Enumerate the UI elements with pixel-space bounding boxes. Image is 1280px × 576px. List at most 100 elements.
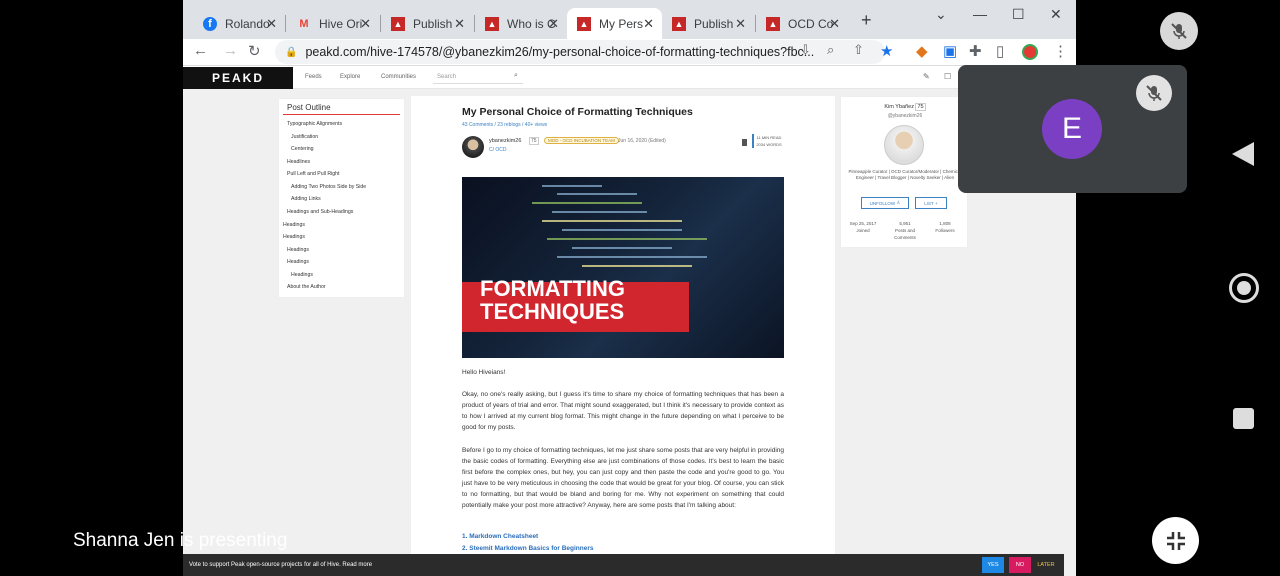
exit-fullscreen-button[interactable]	[1152, 517, 1199, 564]
minimize-button[interactable]: —	[973, 6, 987, 22]
community-link[interactable]: C/ OCD	[489, 147, 507, 153]
zoom-icon[interactable]: ⌕	[827, 42, 834, 58]
browser-window: f Rolando ✕ M Hive Ori ✕ ▲ Publish ✕ ▲ W…	[183, 0, 1076, 576]
peakd-icon: ▲	[766, 16, 780, 31]
mic-muted-icon	[1136, 75, 1172, 111]
outline-item[interactable]: About the Author	[287, 284, 326, 290]
outline-item[interactable]: Headings	[287, 259, 309, 265]
author-row: ybanezkim26 75 MOD - OCD INCUBATION TEAM…	[462, 134, 784, 160]
post-article: My Personal Choice of Formatting Techniq…	[411, 96, 835, 576]
tab-1[interactable]: f Rolando ✕	[193, 8, 285, 39]
post-stats[interactable]: 43 Comments / 23 reblogs / 40+ views	[462, 122, 547, 128]
vote-prompt-text[interactable]: Vote to support Peak open-source project…	[189, 562, 372, 568]
post-link-label[interactable]: Markdown Cheatsheet	[469, 533, 538, 540]
tab-search-chevron-icon[interactable]: ⌄	[935, 6, 947, 23]
profile-reputation: 75	[915, 103, 926, 111]
gmail-icon: M	[299, 17, 309, 30]
code-line	[562, 229, 682, 231]
word-count: 2034 WORDS	[756, 142, 782, 147]
outline-item[interactable]: Justification	[291, 134, 318, 140]
share-icon[interactable]: ⇧	[853, 42, 864, 58]
mic-muted-icon[interactable]	[1160, 12, 1198, 50]
outline-item[interactable]: Headlines	[287, 159, 310, 165]
extension-shield-icon[interactable]: ▣	[943, 42, 957, 60]
edit-icon[interactable]: ✎	[923, 72, 930, 81]
tab-7[interactable]: ▲ OCD Co ✕	[756, 8, 848, 39]
outline-item[interactable]: Headings	[283, 234, 305, 240]
outline-item[interactable]: Headings	[283, 222, 305, 228]
code-line	[542, 220, 682, 222]
list-button[interactable]: LIST +	[915, 197, 947, 209]
vote-no-button[interactable]: NO	[1009, 557, 1031, 573]
nav-explore[interactable]: Explore	[340, 74, 360, 80]
tab-6[interactable]: ▲ Publish ✕	[662, 8, 754, 39]
forward-arrow-icon[interactable]: →	[223, 42, 238, 59]
lock-icon: 🔒	[285, 46, 298, 58]
peakd-page: PEAKD Feeds Explore Communities Search ⌕…	[183, 67, 1076, 576]
profile-name-text: Kim Ybañez	[884, 104, 914, 110]
vote-yes-button[interactable]: YES	[982, 557, 1004, 573]
author-avatar[interactable]	[462, 136, 484, 158]
code-line	[582, 265, 692, 267]
maximize-button[interactable]: ☐	[1012, 6, 1025, 23]
menu-dots-icon[interactable]: ⋮	[1053, 42, 1068, 60]
participant-tile[interactable]: E	[958, 65, 1187, 193]
back-triangle-icon[interactable]	[1232, 142, 1254, 166]
address-bar[interactable]: 🔒 peakd.com/hive-174578/@ybanezkim26/my-…	[275, 40, 885, 64]
stat-value: Sep 25, 2017	[849, 221, 877, 226]
nav-communities[interactable]: Communities	[381, 74, 416, 80]
outline-item[interactable]: Headings	[287, 247, 309, 253]
post-outline: Post Outline Typographic Alignments Just…	[278, 98, 405, 298]
close-icon[interactable]: ✕	[266, 16, 277, 32]
tab-2[interactable]: M Hive Ori ✕	[287, 8, 379, 39]
post-link-label[interactable]: Steemit Markdown Basics for Beginners	[469, 545, 593, 552]
bookmark-icon[interactable]	[742, 139, 747, 146]
sidebar-icon[interactable]: ▯	[996, 42, 1004, 60]
chat-icon[interactable]: ☐	[944, 72, 951, 81]
tab-3[interactable]: ▲ Publish ✕	[381, 8, 473, 39]
window-close-button[interactable]: ✕	[1050, 6, 1062, 23]
post-link[interactable]: 1. Markdown Cheatsheet	[462, 533, 538, 540]
close-icon[interactable]: ✕	[735, 16, 746, 32]
outline-item[interactable]: Headings	[291, 272, 313, 278]
outline-item[interactable]: Adding Links	[291, 196, 321, 202]
close-icon[interactable]: ✕	[454, 16, 465, 32]
recents-square-icon[interactable]	[1233, 408, 1254, 429]
post-greeting: Hello Hiveians!	[462, 369, 506, 376]
reload-icon[interactable]: ↻	[248, 42, 261, 60]
metamask-icon[interactable]: ◆	[916, 42, 928, 60]
list-label: LIST	[924, 200, 934, 206]
search-icon[interactable]: ⌕	[514, 72, 518, 80]
post-paragraph: Before I go to my choice of formatting t…	[462, 447, 784, 509]
peakd-icon: ▲	[672, 16, 686, 31]
bookmark-star-icon[interactable]: ★	[880, 42, 893, 60]
close-icon[interactable]: ✕	[829, 16, 840, 32]
back-arrow-icon[interactable]: ←	[193, 42, 208, 59]
tab-5-active[interactable]: ▲ My Pers ✕	[567, 8, 662, 39]
close-icon[interactable]: ✕	[643, 16, 654, 32]
nav-feeds[interactable]: Feeds	[305, 74, 322, 80]
close-icon[interactable]: ✕	[360, 16, 371, 32]
outline-item[interactable]: Centering	[291, 146, 314, 152]
close-icon[interactable]: ✕	[548, 16, 559, 32]
install-icon[interactable]: ⇩	[800, 42, 811, 58]
extensions-puzzle-icon[interactable]: ✚	[969, 42, 982, 60]
collapse-icon	[1166, 531, 1185, 550]
peakd-logo[interactable]: PEAKD	[183, 67, 293, 89]
outline-item[interactable]: Headings and Sub-Headings	[287, 209, 353, 215]
outline-item[interactable]: Adding Two Photos Side by Side	[291, 184, 366, 190]
author-name[interactable]: ybanezkim26	[489, 138, 521, 144]
home-circle-icon[interactable]	[1229, 273, 1259, 303]
stat-followers: 1,808 Followers	[925, 220, 965, 234]
post-link[interactable]: 2. Steemit Markdown Basics for Beginners	[462, 545, 594, 552]
unfollow-button[interactable]: UNFOLLOW ♙	[861, 197, 909, 209]
new-tab-button[interactable]: +	[861, 10, 872, 31]
profile-avatar[interactable]	[884, 125, 924, 165]
outline-item[interactable]: Pull Left and Pull Right	[287, 171, 339, 177]
tab-4[interactable]: ▲ Who is C ✕	[475, 8, 567, 39]
home-circle-inner	[1237, 281, 1251, 295]
profile-avatar-icon[interactable]	[1022, 44, 1038, 60]
outline-item[interactable]: Typographic Alignments	[287, 121, 342, 127]
site-search-input[interactable]: Search	[433, 71, 523, 84]
vote-later-button[interactable]: LATER	[1034, 557, 1058, 573]
